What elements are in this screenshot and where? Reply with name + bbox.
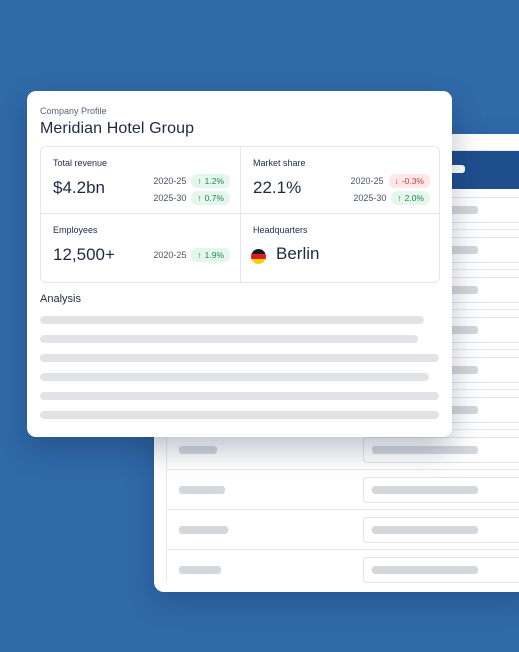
change-badge: ↑ 2.0% — [391, 191, 430, 205]
arrow-up-icon: ↑ — [197, 250, 202, 260]
text-placeholder-line — [40, 411, 439, 419]
stat-headquarters: Headquarters Berlin — [241, 214, 440, 280]
table-row — [167, 509, 519, 550]
text-placeholder-line — [40, 335, 418, 343]
field-placeholder — [363, 477, 519, 503]
change-badge: ↑ 1.9% — [191, 248, 230, 262]
stat-total-revenue: Total revenue $4.2bn 2020-25 ↑ 1.2% 2025-… — [41, 147, 240, 213]
stat-label: Headquarters — [253, 225, 308, 235]
stat-employees: Employees 12,500+ 2020-25 ↑ 1.9% — [41, 214, 240, 280]
stat-market-share: Market share 22.1% 2020-25 ↓ -0.3% 2025-3… — [241, 147, 440, 213]
period-label: 2025-30 — [353, 193, 387, 203]
change-row: 2025-30 ↑ 0.7% — [153, 191, 230, 205]
field-placeholder — [363, 557, 519, 583]
stat-value: $4.2bn — [53, 178, 105, 197]
change-row: 2025-30 ↑ 2.0% — [353, 191, 430, 205]
stat-label: Market share — [253, 158, 306, 168]
table-row — [167, 469, 519, 510]
period-label: 2025-30 — [153, 193, 187, 203]
company-profile-card: Company Profile Meridian Hotel Group Tot… — [27, 91, 452, 437]
change-row: 2020-25 ↑ 1.9% — [153, 248, 230, 262]
text-placeholder-line — [40, 316, 424, 324]
table-row — [167, 549, 519, 589]
stat-label: Employees — [53, 225, 98, 235]
change-row: 2020-25 ↑ 1.2% — [153, 174, 230, 188]
company-name: Meridian Hotel Group — [40, 120, 195, 137]
label-placeholder — [179, 526, 228, 534]
germany-flag-icon — [251, 249, 266, 264]
change-badge: ↑ 0.7% — [191, 191, 230, 205]
field-placeholder — [363, 437, 519, 463]
text-placeholder-line — [40, 373, 429, 381]
arrow-up-icon: ↑ — [397, 193, 402, 203]
arrow-down-icon: ↓ — [394, 176, 399, 186]
arrow-up-icon: ↑ — [197, 176, 202, 186]
stat-value: 12,500+ — [53, 245, 115, 264]
stat-value: 22.1% — [253, 178, 302, 197]
label-placeholder — [179, 566, 221, 574]
analysis-heading: Analysis — [40, 293, 81, 305]
text-placeholder-line — [40, 392, 439, 400]
stat-value: Berlin — [276, 244, 320, 263]
label-placeholder — [179, 446, 217, 454]
arrow-up-icon: ↑ — [197, 193, 202, 203]
change-row: 2020-25 ↓ -0.3% — [350, 174, 430, 188]
change-badge: ↑ 1.2% — [191, 174, 230, 188]
period-label: 2020-25 — [350, 176, 384, 186]
text-placeholder-line — [40, 354, 439, 362]
field-placeholder — [363, 517, 519, 543]
stat-label: Total revenue — [53, 158, 108, 168]
period-label: 2020-25 — [153, 250, 187, 260]
card-eyebrow: Company Profile — [40, 106, 107, 116]
label-placeholder — [179, 486, 225, 494]
period-label: 2020-25 — [153, 176, 187, 186]
change-badge: ↓ -0.3% — [388, 174, 430, 188]
stats-grid: Total revenue $4.2bn 2020-25 ↑ 1.2% 2025-… — [40, 146, 440, 283]
